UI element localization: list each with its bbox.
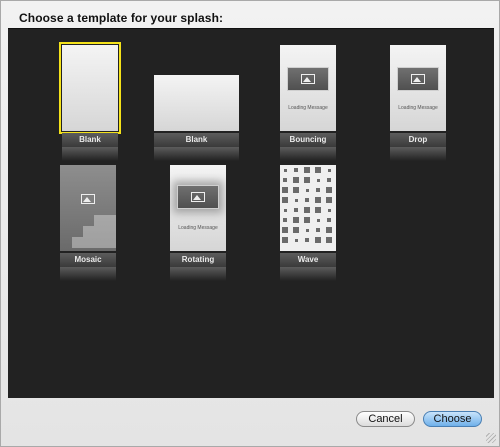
wave-square — [304, 237, 310, 243]
mosaic-block — [94, 215, 105, 226]
template-thumbnail[interactable]: Loading Message — [280, 45, 336, 131]
thumbnail-reflection — [62, 147, 118, 161]
template-label: Bouncing — [280, 133, 336, 147]
mosaic-block — [72, 237, 83, 248]
mosaic-block — [105, 237, 116, 248]
wave-square — [292, 186, 300, 194]
wave-square — [326, 187, 332, 193]
template-thumbnail[interactable] — [154, 75, 239, 131]
wave-square — [314, 206, 322, 214]
picture-icon — [81, 194, 95, 204]
template-bouncing[interactable]: Loading Message Bouncing — [272, 45, 354, 165]
image-placeholder — [287, 67, 329, 91]
wave-square — [294, 238, 298, 242]
loading-message: Loading Message — [288, 105, 328, 111]
template-rotating[interactable]: Loading Message Rotating — [162, 165, 244, 285]
mosaic-block — [105, 226, 116, 237]
image-placeholder — [177, 185, 219, 209]
wave-square — [327, 168, 331, 172]
thumbnail-reflection — [60, 267, 116, 281]
thumbnail-reflection — [280, 267, 336, 281]
wave-square — [314, 166, 322, 174]
mosaic-block — [94, 237, 105, 248]
dialog-title: Choose a template for your splash: — [19, 11, 224, 25]
wave-square — [282, 217, 288, 223]
wave-square — [315, 197, 321, 203]
cancel-button[interactable]: Cancel — [356, 411, 415, 427]
template-drop[interactable]: Loading Message Drop — [382, 45, 464, 165]
wave-square — [294, 198, 298, 202]
wave-square — [282, 187, 288, 193]
template-thumbnail[interactable] — [59, 42, 121, 134]
choose-button[interactable]: Choose — [423, 411, 482, 427]
wave-square — [293, 217, 299, 223]
wave-square — [304, 167, 310, 173]
wave-square — [305, 228, 309, 232]
wave-square — [316, 218, 320, 222]
template-thumbnail[interactable] — [60, 165, 116, 251]
image-placeholder — [397, 67, 439, 91]
wave-square — [303, 216, 311, 224]
thumbnail-reflection — [170, 267, 226, 281]
image-placeholder — [67, 187, 109, 211]
wave-square — [293, 167, 299, 173]
template-wave[interactable]: Wave — [272, 165, 354, 285]
wave-square — [315, 227, 321, 233]
template-mosaic[interactable]: Mosaic — [52, 165, 134, 285]
wave-square — [283, 208, 287, 212]
resize-grip[interactable] — [486, 433, 496, 443]
picture-icon — [191, 192, 205, 202]
template-label: Wave — [280, 253, 336, 267]
template-label: Drop — [390, 133, 446, 147]
template-thumbnail[interactable] — [280, 165, 336, 251]
wave-square — [304, 197, 310, 203]
template-label: Blank — [154, 133, 239, 147]
wave-square — [316, 178, 320, 182]
mosaic-block — [105, 215, 116, 226]
loading-message: Loading Message — [398, 105, 438, 111]
wave-square — [293, 207, 299, 213]
template-blank-landscape[interactable]: Blank — [154, 45, 239, 165]
mosaic-block — [83, 226, 94, 237]
wave-square — [281, 196, 289, 204]
wave-square — [304, 207, 310, 213]
wave-square — [282, 227, 288, 233]
template-thumbnail[interactable]: Loading Message — [390, 45, 446, 131]
wave-square — [325, 196, 333, 204]
wave-square — [326, 217, 332, 223]
loading-message: Loading Message — [178, 225, 218, 231]
template-chooser-dialog: Choose a template for your splash: Blank… — [0, 0, 500, 447]
wave-square — [325, 236, 333, 244]
template-label: Blank — [62, 133, 118, 147]
wave-square — [305, 188, 309, 192]
thumbnail-reflection — [390, 147, 446, 161]
picture-icon — [411, 74, 425, 84]
wave-square — [293, 177, 299, 183]
wave-square — [303, 176, 311, 184]
template-thumbnail[interactable]: Loading Message — [170, 165, 226, 251]
template-label: Rotating — [170, 253, 226, 267]
wave-square — [283, 168, 287, 172]
wave-square — [292, 226, 300, 234]
template-blank-portrait[interactable]: Blank — [54, 42, 136, 165]
thumbnail-reflection — [154, 147, 239, 161]
wave-square — [315, 237, 321, 243]
template-label: Mosaic — [60, 253, 116, 267]
mosaic-block — [83, 237, 94, 248]
picture-icon — [301, 74, 315, 84]
thumbnail-reflection — [280, 147, 336, 161]
wave-square — [315, 187, 321, 193]
template-gallery: Blank Blank Loading Message Bouncing Loa… — [8, 28, 494, 398]
wave-square — [326, 227, 332, 233]
wave-square — [327, 208, 331, 212]
wave-square — [326, 177, 332, 183]
wave-square — [282, 177, 288, 183]
mosaic-block — [94, 226, 105, 237]
wave-square — [281, 236, 289, 244]
